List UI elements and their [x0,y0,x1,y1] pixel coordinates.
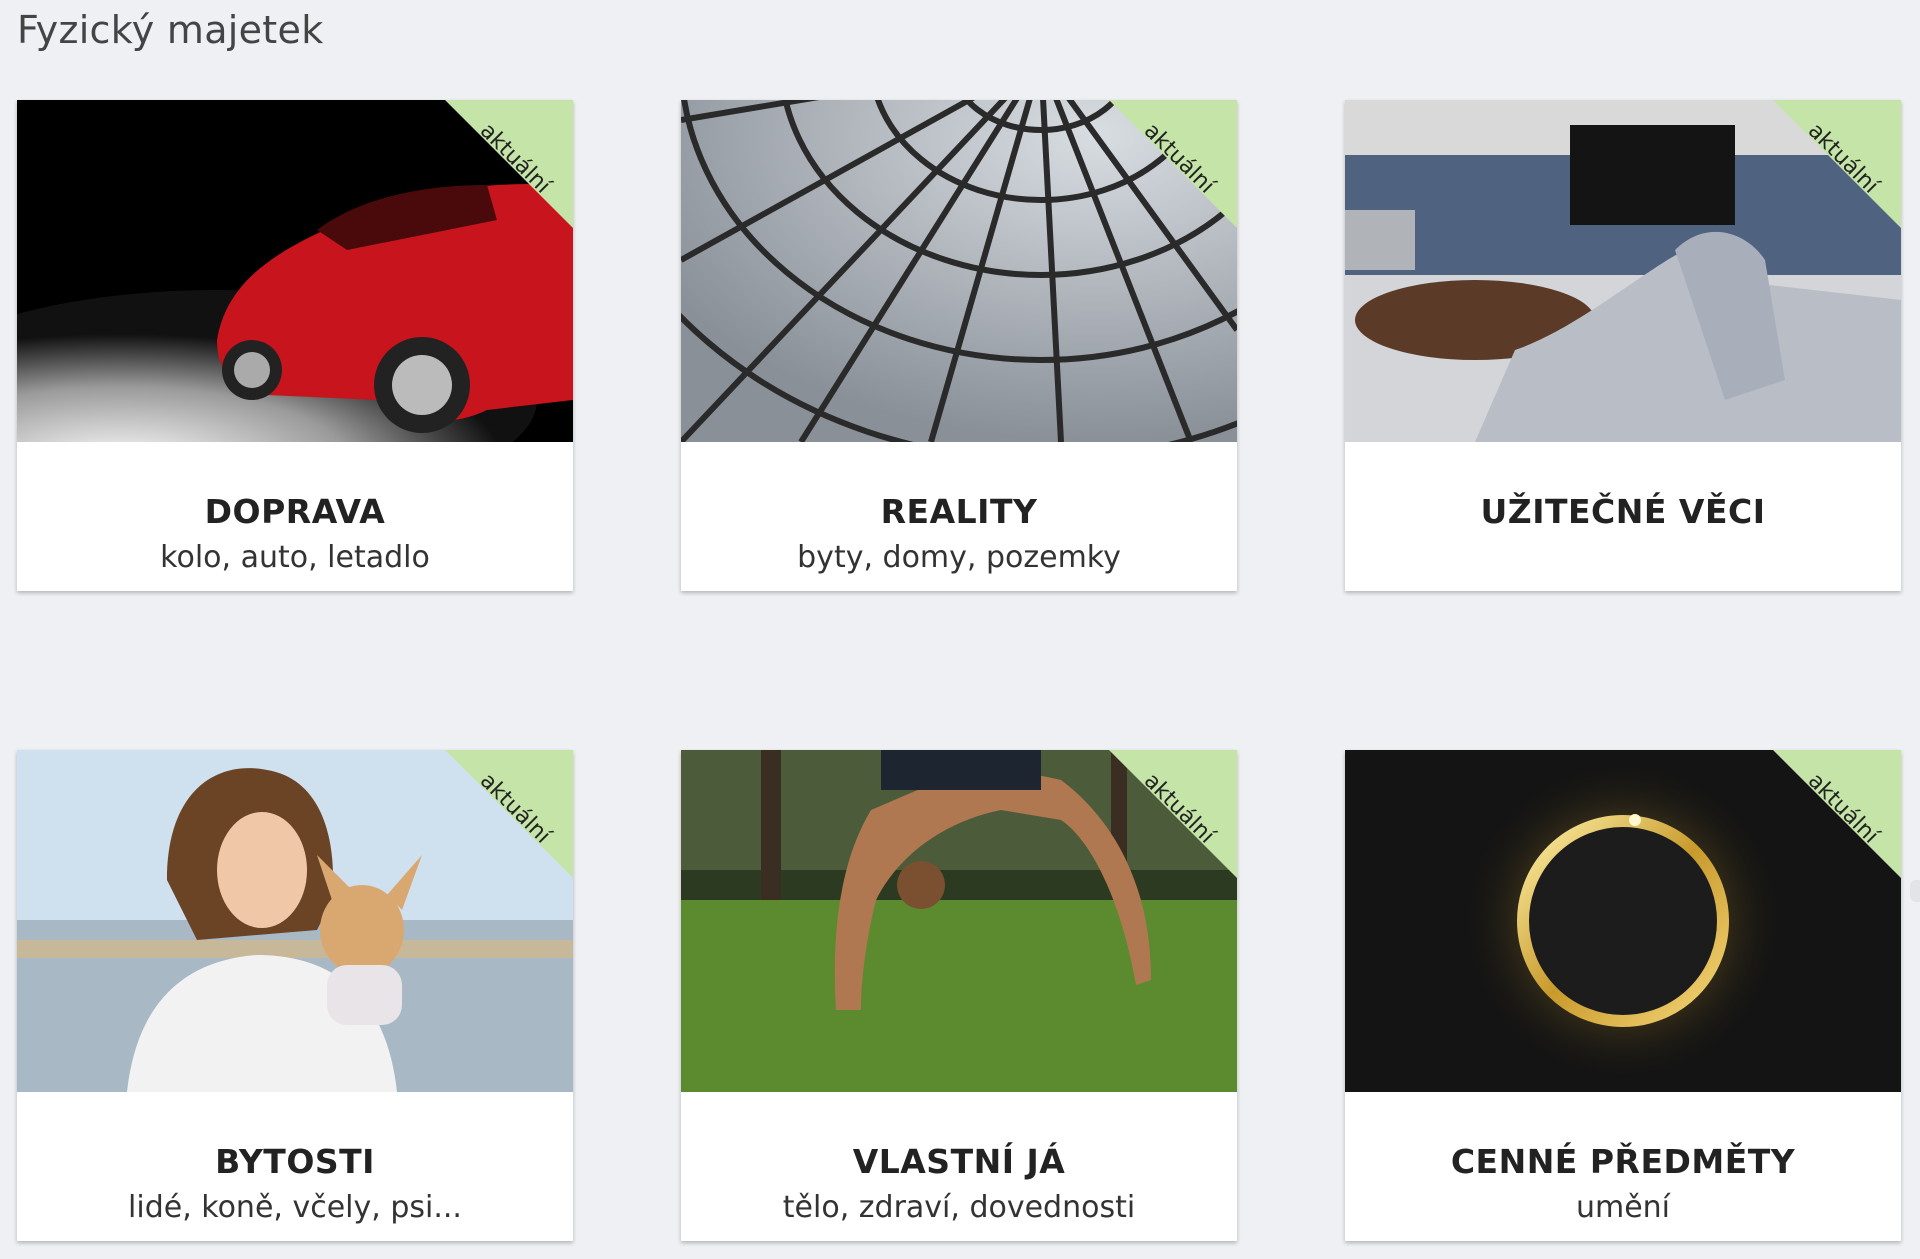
card-subtitle: lidé, koně, včely, psi... [128,1190,462,1225]
scroll-indicator[interactable] [1910,880,1920,902]
card-subtitle: umění [1575,1190,1671,1225]
card-title: UŽITEČNÉ VĚCI [1480,492,1766,531]
current-badge: aktuální [1109,100,1237,228]
card-title: DOPRAVA [204,492,386,531]
current-badge: aktuální [1773,100,1901,228]
current-badge: aktuální [1773,750,1901,878]
current-badge: aktuální [445,750,573,878]
card-cenne-predmety[interactable]: aktuální CENNÉ PŘEDMĚTY umění [1345,750,1901,1241]
current-badge: aktuální [445,100,573,228]
card-doprava[interactable]: aktuální DOPRAVA kolo, auto, letadlo [17,100,573,591]
card-uzitecne-veci[interactable]: aktuální UŽITEČNÉ VĚCI [1345,100,1901,591]
card-vlastni-ja[interactable]: aktuální VLASTNÍ JÁ tělo, zdraví, dovedn… [681,750,1237,1241]
card-subtitle: byty, domy, pozemky [797,540,1121,575]
card-title: REALITY [880,492,1038,531]
card-title: BYTOSTI [215,1142,375,1181]
current-badge: aktuální [1109,750,1237,878]
card-title: CENNÉ PŘEDMĚTY [1450,1142,1796,1181]
card-title: VLASTNÍ JÁ [852,1142,1066,1181]
card-subtitle: kolo, auto, letadlo [160,540,430,575]
card-bytosti[interactable]: aktuální BYTOSTI lidé, koně, včely, psi.… [17,750,573,1241]
card-subtitle: tělo, zdraví, dovednosti [782,1190,1136,1225]
card-reality[interactable]: aktuální REALITY byty, domy, pozemky [681,100,1237,591]
page-title: Fyzický majetek [17,8,324,52]
